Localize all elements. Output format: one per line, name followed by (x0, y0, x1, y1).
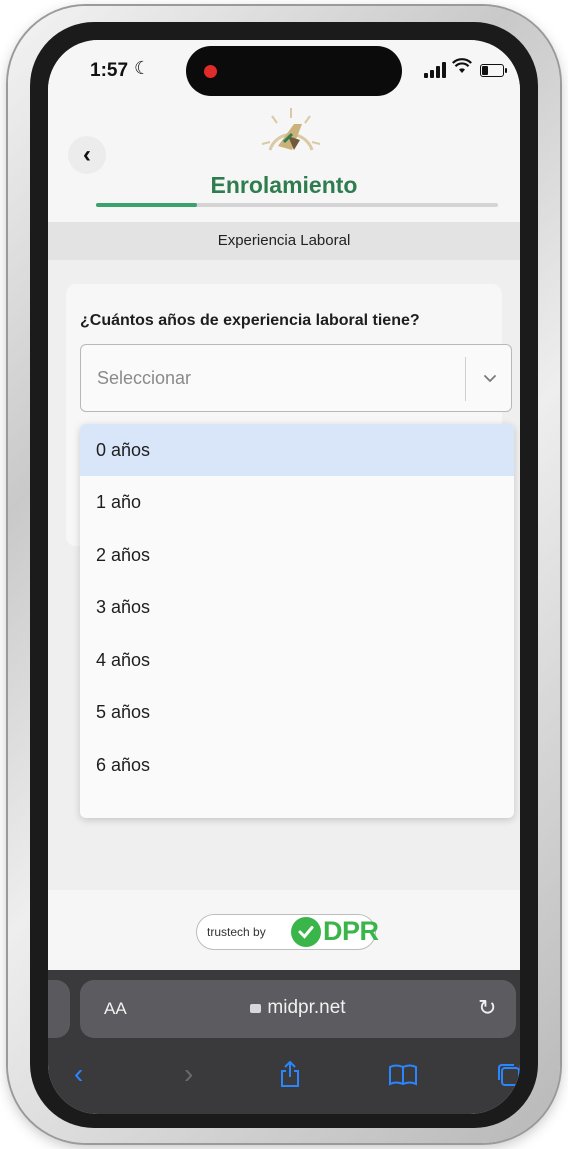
option-0-anos[interactable]: 0 años (80, 424, 514, 476)
recording-indicator-icon (204, 65, 217, 78)
reload-icon[interactable]: ↻ (478, 995, 496, 1021)
chevron-down-icon[interactable] (479, 367, 501, 389)
option-1-ano[interactable]: 1 año (80, 476, 514, 528)
badge-prefix: trustech by (207, 925, 266, 939)
address-bar[interactable]: AA midpr.net ↻ (80, 980, 516, 1038)
status-time: 1:57 (90, 60, 129, 81)
phone-screen: 1:57 ☾ ‹ Enrolamiento Experiencia Labora… (48, 40, 520, 1114)
progress-fill (96, 203, 197, 207)
option-2-anos[interactable]: 2 años (80, 529, 514, 581)
dpr-brand: DPR (323, 916, 379, 946)
trustech-badge: trustech by DPR (196, 914, 379, 950)
page-title: Enrolamiento (210, 172, 358, 198)
section-title: Experiencia Laboral (48, 222, 520, 260)
dynamic-island (186, 46, 402, 96)
tabs-icon[interactable] (496, 1062, 520, 1095)
previous-tab-peek[interactable] (48, 980, 70, 1038)
experience-options-menu[interactable]: 0 años 1 año 2 años 3 años 4 años 5 años… (80, 424, 514, 818)
enrollment-progress-bar (96, 203, 498, 207)
app-header: ‹ Enrolamiento (48, 100, 520, 222)
option-6-anos[interactable]: 6 años (80, 739, 514, 791)
battery-fill (482, 66, 488, 75)
back-button[interactable]: ‹ (68, 136, 106, 174)
browser-nav-row: ‹ › (48, 1050, 520, 1104)
forward-icon[interactable]: › (184, 1058, 193, 1090)
share-icon[interactable] (278, 1060, 302, 1095)
cellular-signal-icon (424, 62, 448, 78)
back-icon[interactable]: ‹ (74, 1058, 83, 1090)
bookmarks-icon[interactable] (388, 1062, 418, 1094)
company-logo (261, 108, 321, 151)
focus-moon-icon: ☾ (134, 58, 151, 78)
option-5-anos[interactable]: 5 años (80, 686, 514, 738)
lock-icon (250, 1004, 262, 1013)
select-placeholder: Seleccionar (97, 368, 192, 388)
url-display[interactable]: midpr.net (80, 997, 516, 1019)
page-footer: trustech by DPR (48, 890, 520, 970)
question-label: ¿Cuántos años de experiencia laboral tie… (80, 312, 420, 329)
battery-icon (480, 64, 507, 77)
experience-select[interactable]: Seleccionar (80, 344, 512, 412)
option-4-anos[interactable]: 4 años (80, 634, 514, 686)
url-text: midpr.net (267, 997, 346, 1018)
checkmark-icon (291, 917, 321, 947)
browser-toolbar: AA midpr.net ↻ ‹ › (48, 970, 520, 1114)
select-divider (465, 357, 466, 401)
wifi-icon (452, 58, 472, 79)
status-bar: 1:57 ☾ (48, 40, 520, 100)
option-3-anos[interactable]: 3 años (80, 581, 514, 633)
chevron-left-icon: ‹ (83, 141, 91, 168)
